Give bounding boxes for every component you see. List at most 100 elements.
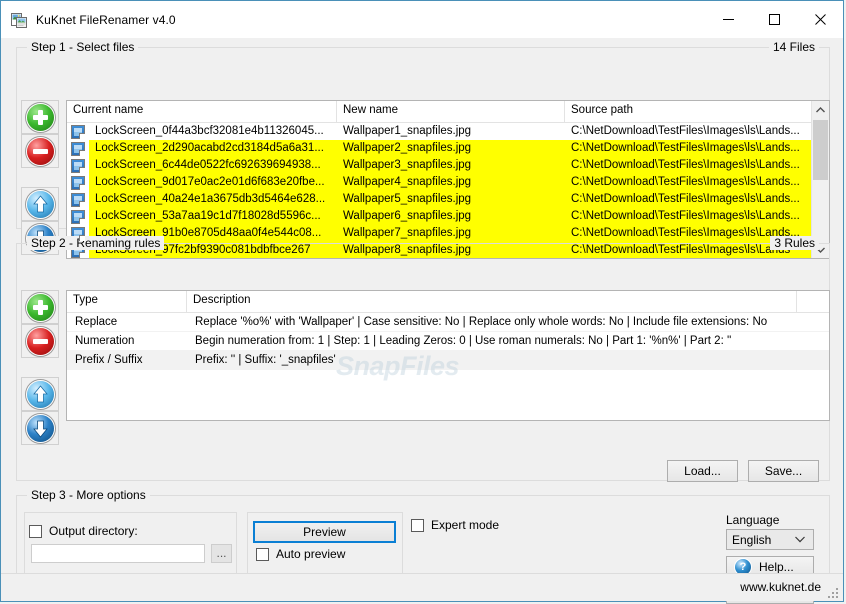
window-controls	[705, 1, 843, 38]
cell-current: LockScreen_6c44de0522fc692639694938...	[95, 159, 321, 171]
chevron-down-icon	[795, 535, 805, 545]
checkbox-box[interactable]	[29, 524, 42, 538]
cell-path: C:\NetDownload\TestFiles\Images\ls\Lands…	[571, 210, 800, 222]
rule-row[interactable]: Replace Replace '%o%' with 'Wallpaper' | …	[67, 313, 829, 332]
cell-new: Wallpaper3_snapfiles.jpg	[343, 159, 472, 171]
move-rule-up-button[interactable]	[21, 377, 59, 411]
cell-path: C:\NetDownload\TestFiles\Images\ls\Lands…	[571, 193, 800, 205]
table-row[interactable]: LockScreen_9d017e0ac2e01d6f683e20fbe... W…	[67, 174, 829, 191]
arrow-up-circle-icon	[26, 190, 54, 218]
image-file-icon	[71, 158, 85, 173]
output-directory-checkbox[interactable]: Output directory:	[29, 524, 138, 538]
column-header-new-name[interactable]: New name	[337, 101, 565, 122]
language-select[interactable]: English	[726, 529, 814, 550]
add-rule-button[interactable]	[21, 290, 59, 324]
cell-new: Wallpaper7_snapfiles.jpg	[343, 227, 472, 239]
image-file-icon	[71, 209, 85, 224]
table-row[interactable]: LockScreen_53a7aa19c1d7f18028d5596c... Wa…	[67, 208, 829, 225]
column-header-type[interactable]: Type	[67, 291, 187, 312]
cell-current: LockScreen_40a24e1a3675db3d5464e628...	[95, 193, 326, 205]
output-directory-input[interactable]	[31, 544, 205, 563]
plus-circle-icon	[26, 103, 54, 131]
arrow-up-circle-icon	[26, 380, 54, 408]
rule-row[interactable]: Prefix / Suffix Prefix: '' | Suffix: '_sn…	[67, 351, 829, 370]
remove-rule-button[interactable]	[21, 324, 59, 358]
file-list[interactable]: Current name New name Source path LockSc…	[66, 100, 830, 259]
cell-rule-type: Replace	[75, 316, 118, 328]
cell-rule-description: Begin numeration from: 1 | Step: 1 | Lea…	[195, 335, 732, 347]
rule-row[interactable]: Numeration Begin numeration from: 1 | Ste…	[67, 332, 829, 351]
scroll-up-arrow-icon[interactable]	[812, 101, 829, 118]
app-window: KuKnet FileRenamer v4.0 Step 1 - Select …	[0, 0, 844, 604]
table-row[interactable]: LockScreen_2d290acabd2cd3184d5a6a31... Wa…	[67, 140, 829, 157]
column-header-source-path[interactable]: Source path	[565, 101, 813, 122]
rules-list-rows: Replace Replace '%o%' with 'Wallpaper' | …	[67, 313, 829, 370]
preview-button[interactable]: Preview	[253, 521, 396, 543]
image-file-icon	[71, 124, 85, 139]
cell-current: LockScreen_9d017e0ac2e01d6f683e20fbe...	[95, 176, 325, 188]
table-row[interactable]: LockScreen_91b0e8705d48aa0f4e544c08... Wa…	[67, 225, 829, 242]
cell-current: LockScreen_53a7aa19c1d7f18028d5596c...	[95, 210, 321, 222]
cell-new: Wallpaper5_snapfiles.jpg	[343, 193, 472, 205]
image-file-icon	[71, 175, 85, 190]
plus-circle-icon	[26, 293, 54, 321]
help-label: Help...	[759, 560, 794, 574]
add-files-button[interactable]	[21, 100, 59, 134]
cell-new: Wallpaper1_snapfiles.jpg	[343, 125, 472, 137]
browse-directory-button[interactable]: ...	[211, 544, 232, 563]
cell-path: C:\NetDownload\TestFiles\Images\ls\Lands…	[571, 159, 800, 171]
file-type-icon-cell	[67, 140, 89, 157]
checkbox-box[interactable]	[256, 547, 269, 561]
expert-mode-checkbox[interactable]: Expert mode	[411, 518, 499, 532]
remove-files-button[interactable]	[21, 134, 59, 168]
cell-rule-type: Prefix / Suffix	[75, 354, 143, 366]
column-header-description[interactable]: Description	[187, 291, 797, 312]
close-button[interactable]	[797, 1, 843, 38]
load-rules-button[interactable]: Load...	[667, 460, 738, 482]
cell-new: Wallpaper2_snapfiles.jpg	[343, 142, 472, 154]
title-bar: KuKnet FileRenamer v4.0	[1, 1, 843, 38]
file-type-icon-cell	[67, 174, 89, 191]
language-value: English	[732, 532, 772, 547]
expert-mode-label: Expert mode	[431, 518, 500, 532]
file-list-header: Current name New name Source path	[67, 101, 829, 123]
cell-path: C:\NetDownload\TestFiles\Images\ls\Lands…	[571, 125, 800, 137]
auto-preview-checkbox[interactable]: Auto preview	[256, 547, 345, 561]
file-list-scroll-thumb[interactable]	[813, 120, 828, 180]
image-file-icon	[71, 141, 85, 156]
language-label: Language	[726, 513, 780, 527]
cell-rule-description: Prefix: '' | Suffix: '_snapfiles'	[195, 354, 336, 366]
output-directory-label: Output directory:	[49, 524, 138, 538]
image-file-icon	[71, 192, 85, 207]
file-type-icon-cell	[67, 157, 89, 174]
app-icon	[11, 12, 27, 28]
arrow-down-circle-icon	[26, 414, 54, 442]
table-row[interactable]: LockScreen_6c44de0522fc692639694938... Wa…	[67, 157, 829, 174]
cell-current: LockScreen_2d290acabd2cd3184d5a6a31...	[95, 142, 324, 154]
cell-current: LockScreen_0f44a3bcf32081e4b11326045...	[95, 125, 324, 137]
main-body: Step 1 - Select files 14 Files Current n…	[1, 38, 843, 604]
step2-rule-count: 3 Rules	[770, 236, 819, 250]
file-list-scrollbar[interactable]	[811, 101, 829, 258]
move-rule-down-button[interactable]	[21, 411, 59, 445]
checkbox-box[interactable]	[411, 518, 424, 532]
minimize-button[interactable]	[705, 1, 751, 38]
save-rules-button[interactable]: Save...	[748, 460, 819, 482]
column-header-current-name[interactable]: Current name	[67, 101, 337, 122]
minus-circle-icon	[26, 327, 54, 355]
step1-title: Step 1 - Select files	[27, 40, 139, 54]
minus-circle-icon	[26, 137, 54, 165]
move-file-up-button[interactable]	[21, 187, 59, 221]
file-type-icon-cell	[67, 123, 89, 140]
rules-list-header: Type Description	[67, 291, 829, 313]
column-header-spacer	[797, 291, 829, 312]
table-row[interactable]: LockScreen_0f44a3bcf32081e4b11326045... W…	[67, 123, 829, 140]
step2-title: Step 2 - Renaming rules	[27, 236, 165, 250]
cell-rule-description: Replace '%o%' with 'Wallpaper' | Case se…	[195, 316, 768, 328]
resize-grip-icon[interactable]	[828, 588, 838, 598]
table-row[interactable]: LockScreen_40a24e1a3675db3d5464e628... Wa…	[67, 191, 829, 208]
rules-list[interactable]: Type Description Replace Replace '%o%' wi…	[66, 290, 830, 421]
cell-new: Wallpaper4_snapfiles.jpg	[343, 176, 472, 188]
file-list-scroll-track[interactable]	[812, 118, 829, 241]
maximize-button[interactable]	[751, 1, 797, 38]
